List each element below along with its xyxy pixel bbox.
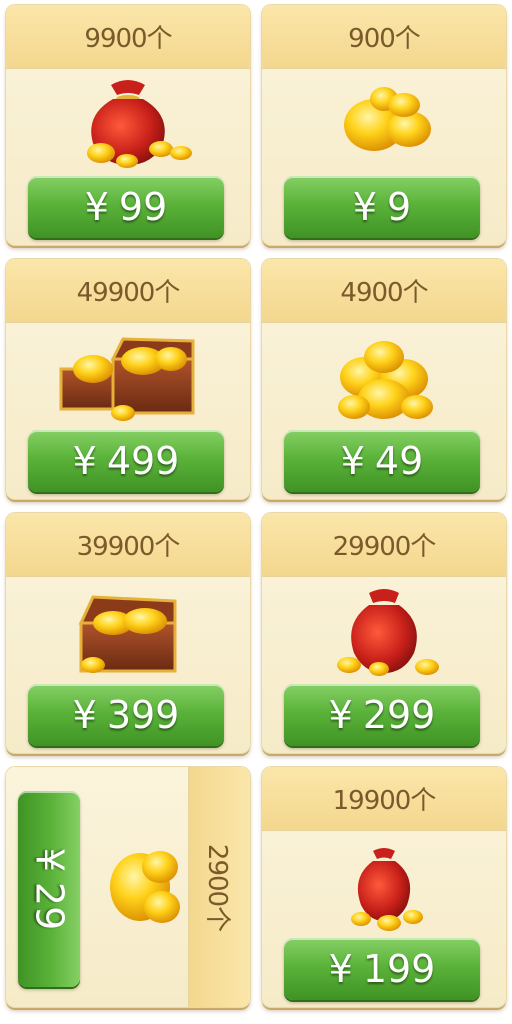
package-amount: 4900个 — [262, 259, 506, 323]
red-money-bag-icon — [309, 583, 459, 683]
treasure-chest-icon — [53, 583, 203, 683]
package-card-4900[interactable]: 4900个 ¥49 — [262, 259, 506, 499]
buy-button[interactable]: ¥399 — [28, 684, 224, 746]
package-card-2900[interactable]: 2900个 ¥29 — [6, 767, 250, 1007]
price: 99 — [118, 185, 168, 229]
price: 199 — [362, 947, 436, 991]
small-money-bag-icon — [309, 837, 459, 937]
buy-button[interactable]: ¥49 — [284, 430, 480, 492]
package-amount: 39900个 — [6, 513, 250, 577]
currency-symbol: ¥ — [72, 693, 97, 737]
buy-button[interactable]: ¥29 — [18, 791, 80, 987]
package-amount: 900个 — [262, 5, 506, 69]
currency-symbol: ¥ — [352, 185, 377, 229]
price: 299 — [362, 693, 436, 737]
package-amount: 19900个 — [262, 767, 506, 831]
package-amount: 2900个 — [188, 767, 250, 1007]
treasure-chests-icon — [53, 329, 203, 429]
price: 499 — [106, 439, 180, 483]
package-card-19900[interactable]: 19900个 ¥199 — [262, 767, 506, 1007]
currency-symbol: ¥ — [27, 847, 72, 872]
buy-button[interactable]: ¥199 — [284, 938, 480, 1000]
buy-button[interactable]: ¥9 — [284, 176, 480, 238]
package-amount: 29900个 — [262, 513, 506, 577]
currency-symbol: ¥ — [72, 439, 97, 483]
gold-ingot-pile-small-icon — [309, 75, 459, 175]
package-amount-text: 2900个 — [202, 843, 233, 931]
package-card-49900[interactable]: 49900个 ¥499 — [6, 259, 250, 499]
currency-symbol: ¥ — [328, 693, 353, 737]
currency-symbol: ¥ — [84, 185, 109, 229]
package-card-900[interactable]: 900个 ¥9 — [262, 5, 506, 245]
package-amount: 9900个 — [6, 5, 250, 69]
package-card-39900[interactable]: 39900个 ¥399 — [6, 513, 250, 753]
currency-symbol: ¥ — [328, 947, 353, 991]
price-label: ¥29 — [27, 848, 71, 931]
package-card-29900[interactable]: 29900个 ¥299 — [262, 513, 506, 753]
price: 29 — [27, 881, 72, 931]
red-money-bag-gold-ingots-icon — [53, 75, 203, 175]
gold-ingot-stack-icon — [90, 837, 190, 937]
price: 399 — [106, 693, 180, 737]
package-card-9900[interactable]: 9900个 ¥99 — [6, 5, 250, 245]
package-amount: 49900个 — [6, 259, 250, 323]
price: 9 — [387, 185, 412, 229]
buy-button[interactable]: ¥99 — [28, 176, 224, 238]
price: 49 — [374, 439, 424, 483]
buy-button[interactable]: ¥499 — [28, 430, 224, 492]
currency-symbol: ¥ — [340, 439, 365, 483]
buy-button[interactable]: ¥299 — [284, 684, 480, 746]
gold-ingot-pile-icon — [309, 329, 459, 429]
